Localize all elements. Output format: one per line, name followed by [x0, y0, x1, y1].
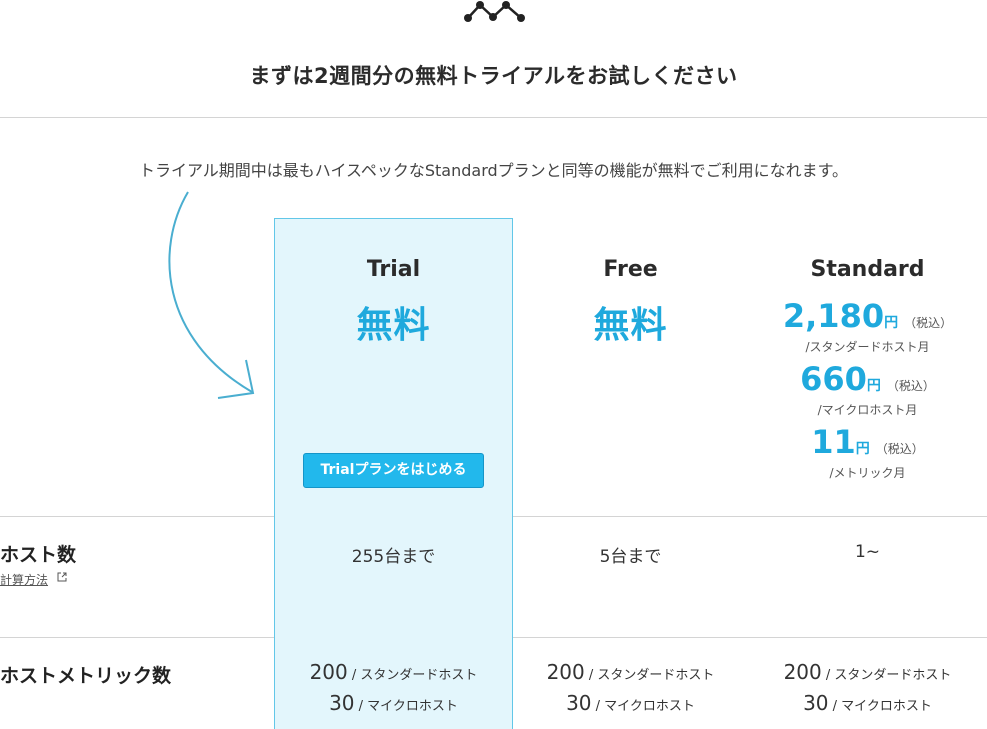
row-label-host-metrics: ホストメトリック数 [0, 665, 172, 687]
metric-count: 200 [783, 660, 822, 684]
metric-micro-trial: 30 / マイクロホスト [275, 691, 512, 715]
price-amount: 11 [811, 423, 856, 461]
hosts-value-trial: 255台まで [351, 547, 436, 567]
external-link-icon[interactable] [57, 572, 67, 582]
metric-unit: / マイクロホスト [591, 699, 695, 714]
standard-host-price: 2,180円 （税込） [749, 297, 986, 335]
plan-name-standard: Standard [810, 257, 925, 282]
metric-count: 200 [309, 660, 348, 684]
metric-standard-free: 200 / スタンダードホスト [512, 660, 749, 684]
price-tax-note: （税込） [904, 316, 953, 330]
plan-price-trial: 無料 [356, 305, 431, 346]
metric-unit: / マイクロホスト [828, 699, 932, 714]
price-amount: 2,180 [782, 297, 885, 335]
metric-count: 30 [566, 691, 592, 715]
intro-text: トライアル期間中は最もハイスペックなStandardプランと同等の機能が無料でご… [138, 161, 849, 180]
row-label-hosts: ホスト数 [0, 544, 77, 566]
row-divider [0, 637, 274, 638]
metric-unit: / スタンダードホスト [347, 668, 478, 683]
divider [0, 117, 987, 118]
metric-standard-trial: 200 / スタンダードホスト [275, 660, 512, 684]
price-currency: 円 [866, 378, 881, 394]
price-tax-note: （税込） [886, 379, 935, 393]
metric-unit: / スタンダードホスト [584, 668, 715, 683]
row-divider [513, 637, 987, 638]
start-trial-button[interactable]: Trialプランをはじめる [303, 453, 484, 488]
metric-micro-standard: 30 / マイクロホスト [749, 691, 986, 715]
row-divider [513, 516, 987, 517]
price-unit: /スタンダードホスト月 [805, 340, 930, 354]
hosts-value-free: 5台まで [599, 547, 662, 567]
plan-name-trial: Trial [366, 257, 421, 282]
metric-standard-standard: 200 / スタンダードホスト [749, 660, 986, 684]
price-amount: 660 [800, 360, 867, 398]
mackerel-logo-icon [464, 1, 525, 22]
metric-unit: / マイクロホスト [354, 699, 458, 714]
metric-micro-free: 30 / マイクロホスト [512, 691, 749, 715]
metric-price: 11円 （税込） [749, 423, 986, 461]
price-unit: /メトリック月 [829, 466, 906, 480]
row-divider [0, 516, 274, 517]
metric-count: 200 [546, 660, 585, 684]
price-tax-note: （税込） [875, 442, 924, 456]
micro-host-price: 660円 （税込） [749, 360, 986, 398]
plan-price-free: 無料 [593, 305, 668, 346]
page-title: まずは2週間分の無料トライアルをお試しください [249, 64, 738, 88]
plan-name-free: Free [603, 257, 658, 282]
price-currency: 円 [884, 315, 899, 331]
metric-count: 30 [803, 691, 829, 715]
metric-unit: / スタンダードホスト [821, 668, 952, 683]
hosts-value-standard: 1~ [854, 542, 881, 562]
metric-count: 30 [329, 691, 355, 715]
price-unit: /マイクロホスト月 [817, 403, 918, 417]
curved-arrow-icon [168, 191, 255, 399]
calculation-method-link[interactable]: 計算方法 [0, 571, 48, 588]
price-currency: 円 [855, 441, 870, 457]
